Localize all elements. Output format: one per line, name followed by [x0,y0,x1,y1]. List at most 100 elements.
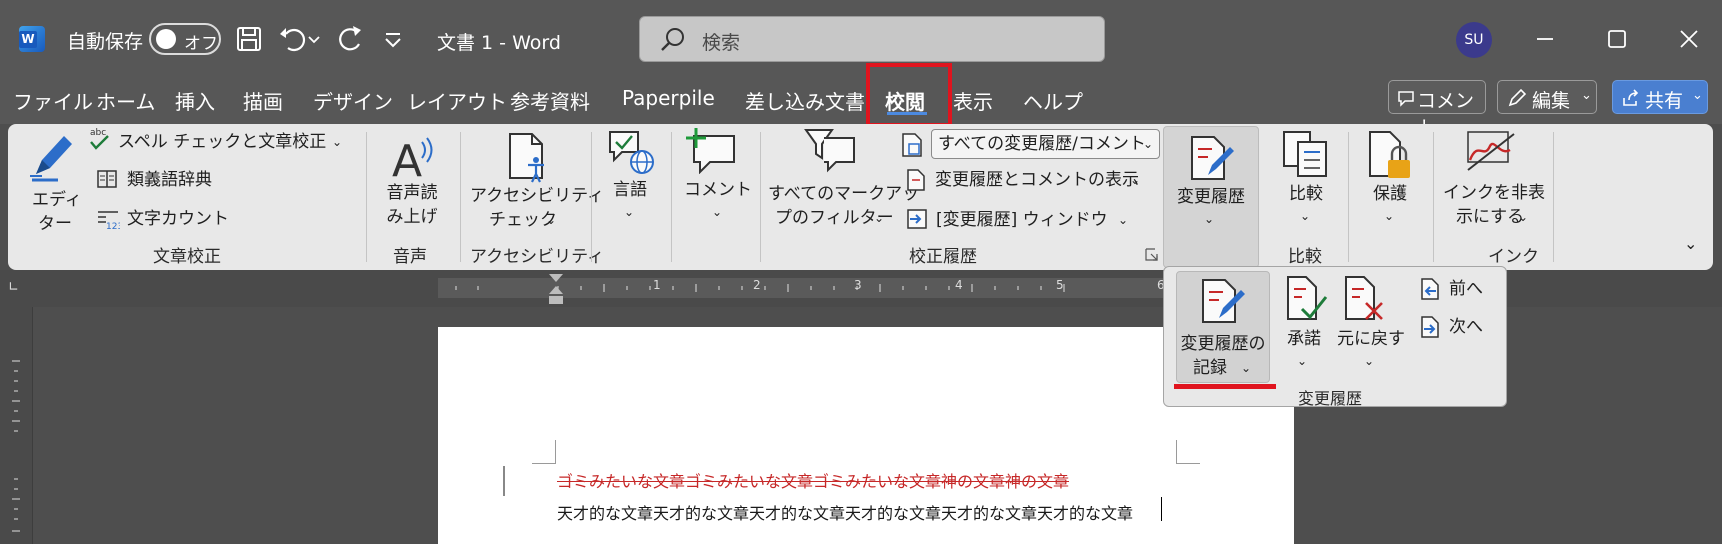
ruler-number: 4 [955,278,963,292]
editing-mode-button[interactable]: 編集 ⌄ [1497,80,1597,114]
group-separator [366,132,367,262]
comments-button[interactable]: コメント [1388,80,1486,139]
accessibility-check-label-line1: アクセシビリティ [470,186,605,206]
group-separator [1348,132,1349,262]
read-aloud-icon: A [392,136,433,182]
group-separator [591,132,592,262]
text-cursor [1161,497,1162,521]
track-changes-label-line1: 変更履歴の [1180,334,1266,354]
tab-layout[interactable]: レイアウト [407,86,507,115]
chevron-down-icon: ⌄ [874,211,885,225]
spelling-check-icon: abc [90,128,109,150]
title-bar: W 自動保存 オフ 文書 1 - Word 検索 SU [0,0,1722,78]
indent-marker-icon[interactable] [547,272,565,306]
ruler-number: 1 [653,278,661,292]
accept-label: 承諾 [1287,329,1321,349]
new-comment-icon [686,128,735,174]
document-text-line[interactable]: 天才的な文章天才的な文章天才的な文章天才的な文章天才的な文章天才的な文章 [557,500,1133,524]
word-logo-icon: W [19,26,45,52]
chevron-down-icon: ⌄ [1364,354,1375,368]
collapse-ribbon-icon[interactable]: ⌄ [1684,232,1697,256]
chevron-down-icon: ⌄ [1241,361,1252,375]
group-separator [460,132,461,262]
undo-dropdown-icon[interactable] [306,22,322,56]
markup-filter-label-line1: すべてのマークアッ [768,184,920,204]
track-changes-toggle-button[interactable]: 変更履歴の 記録 ⌄ [1176,271,1270,383]
group-separator [760,132,761,262]
display-for-review-dropdown[interactable]: すべての変更履歴/コメント ⌄ [931,129,1160,159]
chevron-down-icon: ⌄ [332,135,343,149]
tab-insert[interactable]: 挿入 [175,86,215,115]
hide-ink-label-line2: 示にする [1456,207,1525,227]
language-icon [609,131,654,174]
review-tab-highlight [866,63,952,127]
chevron-down-icon: ⌄ [1300,209,1311,223]
display-for-review-icon [902,133,922,157]
tab-paperpile[interactable]: Paperpile [622,86,715,110]
hide-ink-label-line1: インクを非表 [1443,183,1545,203]
word-count-label: 文字カウント [127,209,229,229]
tab-file[interactable]: ファイル [13,86,93,115]
customize-qat-icon[interactable] [380,22,406,56]
tab-home[interactable]: ホーム [96,86,155,115]
tab-help[interactable]: ヘルプ [1023,86,1083,115]
toggle-knob [156,29,176,49]
chevron-down-icon: ⌄ [1384,209,1395,223]
tab-references[interactable]: 参考資料 [510,86,590,115]
share-icon [1623,89,1639,106]
hide-ink-icon [1467,131,1515,171]
maximize-icon[interactable] [1600,22,1634,56]
vertical-ruler-ticks [12,360,20,532]
compare-label: 比較 [1289,184,1323,204]
document-title: 文書 1 - Word [437,32,561,54]
user-avatar[interactable]: SU [1456,22,1492,58]
autosave-toggle[interactable]: オフ [149,23,221,55]
reviewing-pane-icon [907,209,927,229]
chevron-down-icon: ⌄ [1518,210,1529,224]
comment-label: コメント [684,180,752,200]
compare-group-label: 比較 [1288,247,1322,267]
track-changes-icon [1191,136,1234,180]
chevron-down-icon: ⌄ [1581,88,1592,103]
tab-stop-selector-icon[interactable]: ∟ [8,280,19,295]
change-bar [503,466,505,496]
track-changes-icon [1202,279,1245,323]
review-ribbon: エディ ター abc スペル チェックと文章校正 ⌄ 類義語辞典 123 文字カ… [8,124,1713,270]
chevron-down-icon: ⌄ [1204,212,1215,226]
chevron-down-icon: ⌄ [624,205,635,219]
thesaurus-label: 類義語辞典 [127,170,212,190]
read-aloud-label-line1: 音声読 [386,183,438,203]
undo-icon[interactable] [276,22,310,56]
tab-view[interactable]: 表示 [953,86,993,115]
read-aloud-label-line2: み上げ [386,207,438,227]
redo-icon[interactable] [333,22,367,56]
word-count-icon: 123 [98,211,120,230]
track-changes-button[interactable]: 変更履歴 ⌄ [1163,126,1259,268]
minimize-icon[interactable] [1528,22,1562,56]
chevron-down-icon: ⌄ [1297,354,1308,368]
flyout-group-label: 変更履歴 [1298,389,1363,408]
share-button[interactable]: 共有 ⌄ [1612,80,1708,114]
tab-mailings[interactable]: 差し込み文書 [745,86,865,115]
autosave-label: 自動保存 [67,31,144,53]
chevron-down-icon: ⌄ [1692,88,1703,103]
track-changes-label: 変更履歴 [1177,187,1245,207]
search-placeholder: 検索 [702,32,741,54]
language-label: 言語 [613,180,647,200]
deleted-text-line[interactable]: ゴミみたいな文章ゴミみたいな文章ゴミみたいな文章神の文章神の文章 [557,468,1069,492]
svg-text:A: A [392,136,422,182]
save-icon[interactable] [232,22,266,56]
search-input[interactable]: 検索 [639,16,1105,62]
vertical-ruler[interactable] [0,307,33,544]
track-changes-highlight [1174,384,1276,389]
display-for-review-value: すべての変更履歴/コメント [938,134,1146,154]
comment-icon [1398,91,1414,107]
tab-draw[interactable]: 描画 [243,86,283,115]
ruler-number: 3 [854,278,862,292]
group-separator [1433,132,1434,262]
dialog-launcher-icon[interactable] [1145,248,1159,262]
close-icon[interactable] [1672,22,1706,56]
ruler-number: 2 [753,278,761,292]
tab-design[interactable]: デザイン [313,86,393,115]
editor-pen-icon [30,136,72,182]
